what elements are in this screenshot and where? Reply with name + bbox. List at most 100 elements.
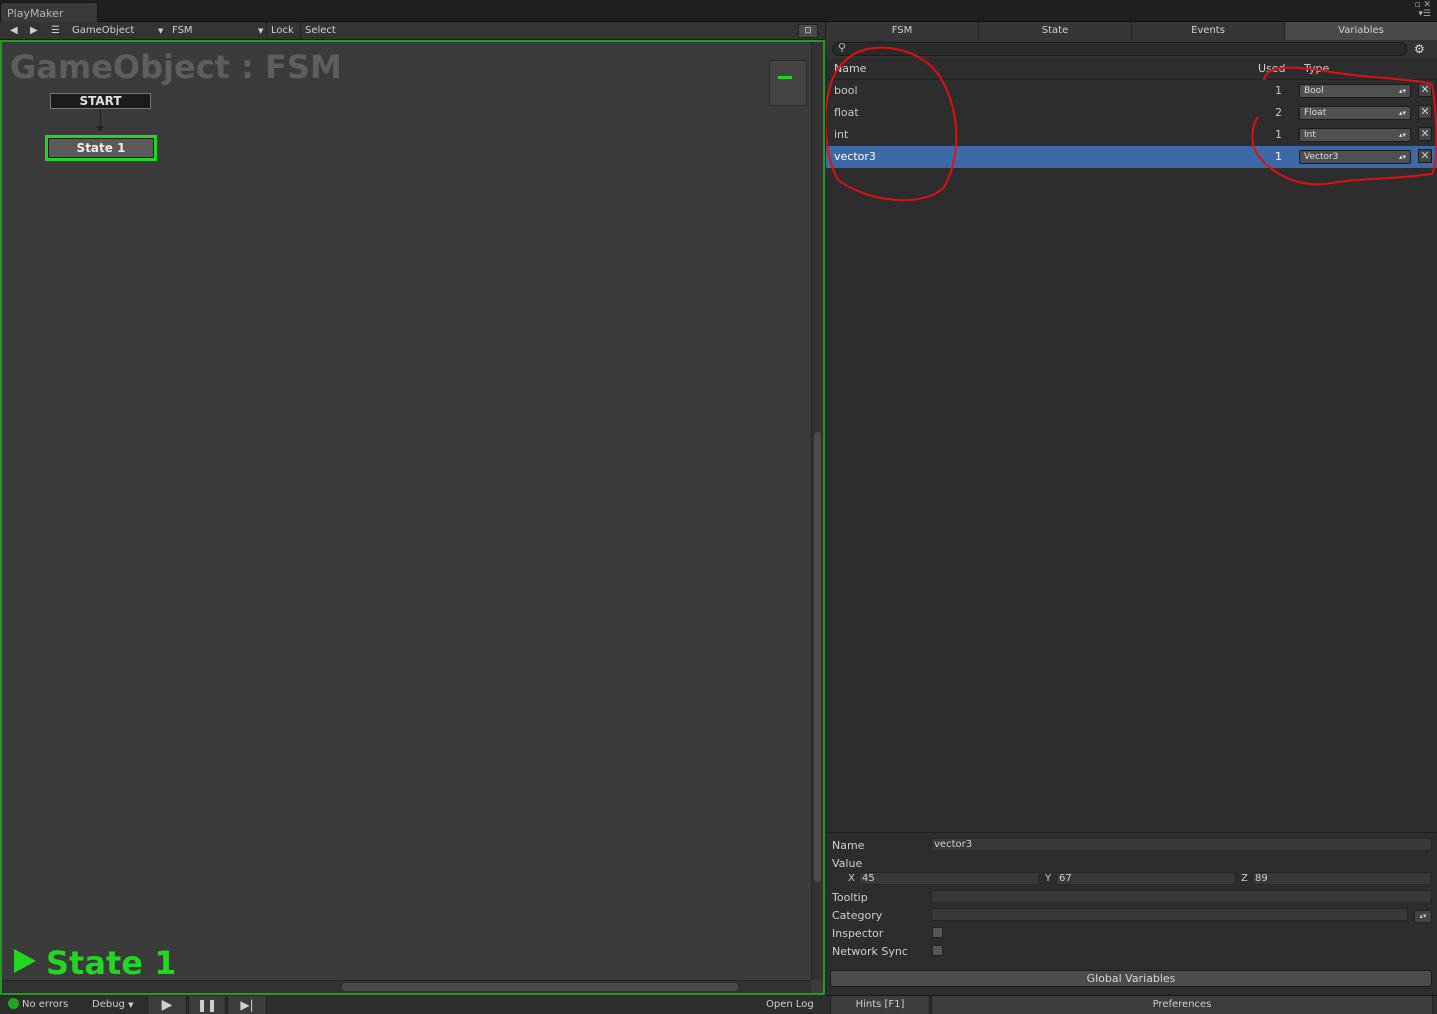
variable-used-count: 2 — [1275, 106, 1282, 119]
play-button[interactable]: ▶ — [147, 996, 187, 1014]
preferences-button[interactable]: Preferences — [931, 996, 1433, 1014]
back-arrow-icon[interactable]: ◀ — [10, 22, 18, 40]
y-axis-label: Y — [1045, 873, 1052, 884]
step-button[interactable]: ▶| — [227, 996, 267, 1014]
variable-name: int — [834, 128, 849, 141]
open-log-button[interactable]: Open Log — [766, 996, 814, 1014]
bottom-bar: No errors Debug ▼ ▶ ❚❚ ▶| Open Log Hints… — [0, 995, 1437, 1014]
status-indicator[interactable]: No errors — [8, 996, 68, 1014]
panel-tabs: FSM State Events Variables — [826, 22, 1437, 40]
start-node[interactable]: START — [50, 93, 151, 109]
delete-variable-button[interactable]: ✕ — [1418, 127, 1432, 141]
vertical-scrollbar-thumb[interactable] — [814, 432, 821, 882]
delete-variable-button[interactable]: ✕ — [1418, 83, 1432, 97]
inspector-panel: FSM State Events Variables ⚲ ⚙ Name Used… — [825, 22, 1437, 995]
search-row: ⚲ ⚙ — [826, 40, 1437, 58]
transition-arrow-icon — [96, 126, 104, 132]
search-icon: ⚲ — [838, 41, 847, 54]
window-titlebar: PlayMaker ▫ ✕ ▾☰ — [0, 0, 1437, 22]
delete-variable-button[interactable]: ✕ — [1418, 149, 1432, 163]
tooltip-field[interactable] — [931, 890, 1432, 903]
variable-type-dropdown[interactable]: Bool ▴▾ — [1299, 84, 1411, 98]
gameobject-selector[interactable]: GameObject — [72, 22, 134, 40]
delete-variable-button[interactable]: ✕ — [1418, 105, 1432, 119]
variable-used-count: 1 — [1275, 128, 1282, 141]
variable-type-label: Bool — [1304, 86, 1324, 96]
graph-title: GameObject : FSM — [10, 48, 342, 86]
window-tab[interactable]: PlayMaker — [0, 2, 98, 22]
z-value-field[interactable]: 89 — [1252, 872, 1432, 885]
window-controls[interactable]: ▫ ✕ ▾☰ — [1414, 1, 1431, 19]
updown-arrow-icon: ▴▾ — [1398, 87, 1406, 95]
variable-type-label: Int — [1304, 130, 1316, 140]
tab-variables[interactable]: Variables — [1285, 22, 1437, 40]
status-ok-icon — [8, 998, 19, 1009]
lock-button[interactable]: Lock — [266, 22, 294, 40]
z-axis-label: Z — [1241, 873, 1248, 884]
fsm-graph-canvas[interactable]: GameObject : FSM START State 1 State 1 — [0, 40, 825, 995]
network-sync-checkbox[interactable] — [932, 945, 943, 956]
variable-row[interactable]: bool 1 Bool ▴▾ ✕ — [826, 80, 1437, 102]
inspector-label: Inspector — [832, 927, 884, 940]
tab-state[interactable]: State — [979, 22, 1132, 40]
chevron-down-icon[interactable]: ▼ — [258, 22, 263, 40]
vertical-scrollbar[interactable] — [811, 42, 823, 980]
gear-icon[interactable]: ⚙ — [1414, 42, 1425, 56]
variable-type-dropdown[interactable]: Float ▴▾ — [1299, 106, 1411, 120]
variable-row[interactable]: float 2 Float ▴▾ ✕ — [826, 102, 1437, 124]
active-state-label: State 1 — [14, 944, 176, 982]
fsm-selector[interactable]: FSM — [172, 22, 193, 40]
used-column-header: Used — [1258, 62, 1286, 75]
variable-type-label: Vector3 — [1304, 152, 1339, 162]
x-value-field[interactable]: 45 — [859, 872, 1039, 885]
graph-toolbar: ◀ ▶ ☰ GameObject ▼ FSM ▼ Lock Select ⊡ — [0, 22, 825, 40]
select-button[interactable]: Select — [300, 22, 336, 40]
status-text: No errors — [22, 999, 69, 1010]
screenshot-toggle-icon[interactable]: ⊡ — [798, 24, 818, 38]
category-field[interactable] — [931, 908, 1408, 921]
updown-arrow-icon: ▴▾ — [1398, 131, 1406, 139]
updown-arrow-icon: ▴▾ — [1398, 109, 1406, 117]
variable-used-count: 1 — [1275, 84, 1282, 97]
state-node[interactable]: State 1 — [45, 135, 157, 161]
variable-type-dropdown[interactable]: Vector3 ▴▾ — [1299, 150, 1411, 164]
tab-events[interactable]: Events — [1132, 22, 1285, 40]
updown-arrow-icon: ▴▾ — [1398, 153, 1406, 161]
hamburger-menu-icon[interactable]: ☰ — [51, 22, 60, 40]
name-column-header: Name — [834, 62, 867, 75]
type-column-header: Type — [1304, 62, 1330, 75]
name-label: Name — [832, 839, 865, 852]
horizontal-scrollbar-thumb[interactable] — [342, 983, 738, 991]
variable-details: Name vector3 Value X 45 Y 67 Z 89 Toolti… — [826, 832, 1437, 995]
hints-button[interactable]: Hints [F1] — [830, 996, 930, 1014]
category-dropdown-icon[interactable]: ▴▾ — [1414, 910, 1432, 923]
global-variables-button[interactable]: Global Variables — [830, 970, 1432, 987]
tab-fsm[interactable]: FSM — [826, 22, 979, 40]
chevron-down-icon[interactable]: ▼ — [158, 22, 163, 40]
variable-type-label: Float — [1304, 108, 1327, 118]
play-icon — [14, 949, 36, 973]
inspector-checkbox[interactable] — [932, 927, 943, 938]
variable-name: float — [834, 106, 859, 119]
variable-name: vector3 — [834, 150, 876, 163]
variable-used-count: 1 — [1275, 150, 1282, 163]
network-sync-label: Network Sync — [832, 945, 908, 958]
minimap-state-marker — [778, 76, 792, 79]
pause-button[interactable]: ❚❚ — [188, 996, 226, 1014]
y-value-field[interactable]: 67 — [1056, 872, 1236, 885]
variable-name: bool — [834, 84, 858, 97]
search-input[interactable]: ⚲ — [832, 41, 1407, 56]
variable-row[interactable]: int 1 Int ▴▾ ✕ — [826, 124, 1437, 146]
variable-type-dropdown[interactable]: Int ▴▾ — [1299, 128, 1411, 142]
variable-name-field[interactable]: vector3 — [931, 838, 1432, 851]
variable-row-selected[interactable]: vector3 1 Vector3 ▴▾ ✕ — [826, 146, 1437, 168]
x-axis-label: X — [848, 873, 855, 884]
forward-arrow-icon[interactable]: ▶ — [30, 22, 38, 40]
menu-icon[interactable]: ▾☰ — [1414, 10, 1431, 19]
variables-header: Name Used Type — [826, 58, 1437, 80]
debug-dropdown[interactable]: Debug ▼ — [92, 996, 133, 1014]
minimap[interactable] — [769, 60, 807, 106]
state-node-label: State 1 — [49, 139, 153, 157]
debug-label: Debug — [92, 999, 125, 1010]
active-state-name: State 1 — [46, 944, 177, 982]
